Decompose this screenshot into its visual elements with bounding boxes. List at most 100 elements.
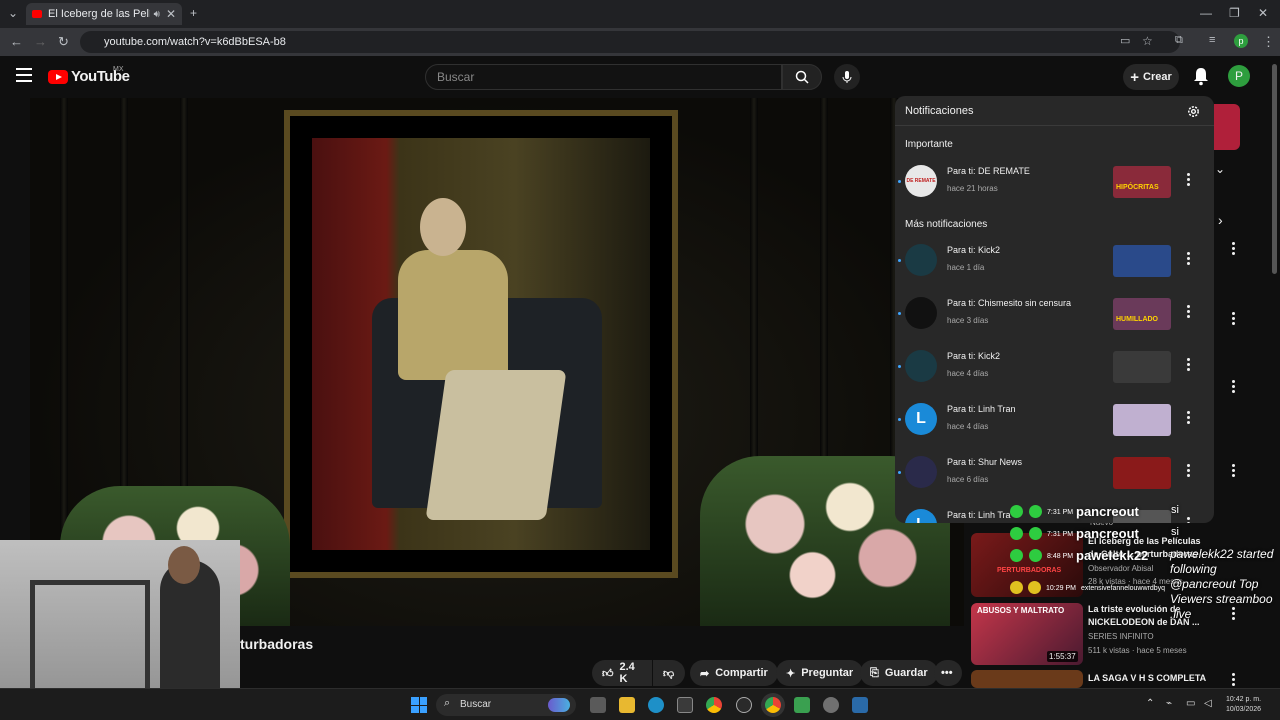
channel-avatar[interactable] [905, 350, 937, 382]
rec-more-icon[interactable] [1232, 673, 1236, 688]
rec-more-icon[interactable] [1232, 464, 1236, 479]
maximize-icon[interactable]: ❐ [1229, 6, 1240, 20]
window-close-icon[interactable]: ✕ [1258, 6, 1268, 20]
rec-title[interactable]: LA SAGA V H S COMPLETA [1088, 672, 1228, 685]
youtube-logo[interactable]: YouTube MX [48, 66, 130, 85]
notification-more-icon[interactable] [1187, 173, 1191, 188]
notification-item[interactable]: DE REMATE Para ti: DE REMATE hace 21 horas… [895, 156, 1214, 208]
forward-icon[interactable]: → [34, 34, 47, 49]
chrome-icon[interactable] [706, 697, 722, 713]
more-actions-button[interactable]: ••• [934, 660, 962, 686]
app-icon[interactable] [852, 697, 868, 713]
notification-thumbnail[interactable]: HIPÓCRITAS [1113, 166, 1171, 198]
app-icon[interactable] [736, 697, 752, 713]
cast-icon[interactable]: ▭ [1120, 34, 1130, 47]
chevron-right-icon[interactable]: › [1218, 212, 1223, 228]
rec-channel[interactable]: Observador Abisal [1088, 564, 1153, 573]
hamburger-menu-icon[interactable] [16, 68, 32, 82]
chevron-down-icon[interactable]: ⌄ [1215, 162, 1225, 176]
settings-gear-icon[interactable] [1186, 104, 1201, 119]
notification-more-icon[interactable] [1187, 464, 1191, 479]
rec-meta: 511 k vistas · hace 5 meses [1088, 646, 1187, 655]
like-button[interactable]: 👍︎ 2.4 K [592, 660, 652, 686]
volume-icon[interactable]: ◁ [1204, 698, 1212, 709]
channel-avatar[interactable] [905, 456, 937, 488]
notification-item[interactable]: L Para ti: Linh Tran hace 4 días [895, 394, 1214, 446]
rec-more-icon[interactable] [1232, 242, 1236, 257]
extensions-icon[interactable]: ⧉ [1175, 34, 1183, 47]
url-field[interactable]: youtube.com/watch?v=k6dBbESA-b8 [80, 31, 1180, 53]
system-clock[interactable]: 10:42 p. m. 10/03/2026 [1226, 695, 1261, 715]
create-button[interactable]: + Crear [1123, 64, 1179, 90]
store-icon[interactable] [677, 697, 693, 713]
more-horizontal-icon: ••• [941, 667, 953, 679]
notifications-header: Notificaciones [895, 96, 1214, 126]
dislike-button[interactable]: 👎︎ [653, 660, 685, 686]
account-avatar[interactable]: P [1228, 65, 1250, 87]
minimize-icon[interactable]: — [1200, 6, 1212, 20]
search-button[interactable] [782, 64, 822, 90]
speaker-icon[interactable]: 🔊︎ [154, 9, 160, 20]
reload-icon[interactable]: ↻ [58, 34, 69, 50]
rec-channel[interactable]: SERIES INFINITO [1088, 632, 1154, 641]
save-button[interactable]: ⎘ Guardar [860, 660, 938, 686]
page-scrollbar[interactable] [1272, 64, 1277, 274]
rec-thumbnail[interactable] [971, 670, 1083, 688]
browser-tab[interactable]: El Iceberg de las Películas M 🔊︎ ✕ [26, 3, 182, 25]
taskbar-search-icon: ⌕ [444, 697, 451, 709]
bookmark-star-icon[interactable]: ☆ [1142, 34, 1153, 48]
back-icon[interactable]: ← [10, 34, 23, 49]
notification-more-icon[interactable] [1187, 252, 1191, 267]
tab-close-icon[interactable]: ✕ [166, 7, 176, 21]
rec-more-icon[interactable] [1232, 312, 1236, 327]
network-icon[interactable]: ⌁ [1166, 698, 1172, 709]
chrome-active-icon[interactable] [765, 697, 781, 713]
notifications-bell-icon[interactable] [1192, 66, 1210, 86]
settings-icon[interactable] [823, 697, 839, 713]
notification-thumbnail[interactable] [1113, 404, 1171, 436]
notification-thumbnail[interactable] [1113, 245, 1171, 277]
windows-start-icon[interactable] [411, 697, 427, 713]
notification-item[interactable]: Para ti: Chismesito sin censura hace 3 dí… [895, 288, 1214, 340]
copilot-icon[interactable] [548, 698, 570, 712]
notification-text: Para ti: Linh Tran [947, 404, 1016, 414]
notification-more-icon[interactable] [1187, 517, 1191, 523]
share-button[interactable]: ➦ Compartir [690, 660, 778, 686]
app-icon[interactable] [794, 697, 810, 713]
notification-more-icon[interactable] [1187, 305, 1191, 320]
reading-list-icon[interactable]: ≡ [1209, 34, 1215, 46]
tray-chevron-icon[interactable]: ⌃ [1146, 698, 1154, 709]
profile-icon[interactable]: p [1234, 34, 1248, 48]
channel-avatar[interactable] [905, 244, 937, 276]
notification-more-icon[interactable] [1187, 411, 1191, 426]
chat-badge-icon [1029, 549, 1042, 562]
notification-thumbnail[interactable] [1113, 351, 1171, 383]
channel-avatar[interactable]: L [905, 403, 937, 435]
notification-item[interactable]: Para ti: Kick2 hace 1 día [895, 235, 1214, 287]
chat-badge-icon [1028, 581, 1041, 594]
channel-avatar[interactable]: DE REMATE [905, 165, 937, 197]
notification-item[interactable]: Para ti: Shur News hace 6 días [895, 447, 1214, 499]
display-icon[interactable]: ▭ [1186, 698, 1195, 709]
notification-thumbnail[interactable]: HUMILLADO [1113, 298, 1171, 330]
file-explorer-icon[interactable] [619, 697, 635, 713]
ask-button[interactable]: ✦ Preguntar [776, 660, 864, 686]
sparkle-icon: ✦ [786, 667, 796, 680]
notification-more-icon[interactable] [1187, 358, 1191, 373]
tab-search-icon[interactable]: ⌄ [8, 6, 18, 20]
browser-menu-icon[interactable]: ⋮ [1262, 34, 1275, 50]
channel-avatar[interactable] [905, 297, 937, 329]
search-input[interactable]: Buscar [425, 64, 782, 90]
voice-search-button[interactable] [834, 64, 860, 90]
chat-message: si [1171, 526, 1179, 538]
new-tab-icon[interactable]: + [190, 6, 197, 20]
channel-avatar[interactable]: L [905, 509, 937, 523]
notification-thumbnail[interactable] [1113, 457, 1171, 489]
section-more: Más notificaciones [905, 219, 988, 230]
rec-thumbnail[interactable]: ABUSOS Y MALTRATO 1:55:37 [971, 603, 1083, 665]
task-view-icon[interactable] [590, 697, 606, 713]
taskbar-search[interactable]: ⌕ Buscar [436, 694, 576, 716]
rec-more-icon[interactable] [1232, 380, 1236, 395]
notification-item[interactable]: Para ti: Kick2 hace 4 días [895, 341, 1214, 393]
edge-icon[interactable] [648, 697, 664, 713]
